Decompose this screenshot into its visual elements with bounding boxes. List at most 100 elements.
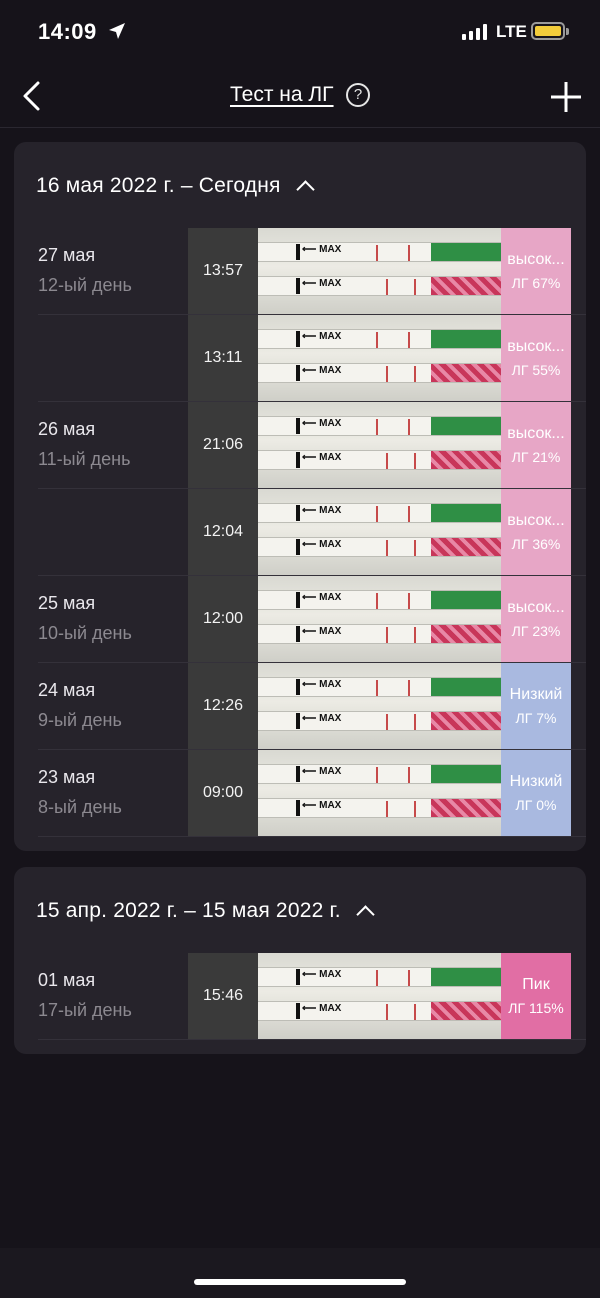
lh-result: Низкий ЛГ 0% [501, 750, 571, 836]
lh-percent: ЛГ 21% [511, 449, 561, 465]
strip-max-label: ⟵ MAX [302, 766, 342, 777]
date-block: 01 мая 17-ый день [38, 970, 132, 1021]
test-date: 01 мая [38, 970, 96, 990]
test-strip-preview[interactable]: 13:57 ⟵ MAX ⟵ MAX высок... ЛГ 67% [188, 228, 571, 314]
test-strip-photo: ⟵ MAX ⟵ MAX [258, 228, 501, 314]
strip-max-label: ⟵ MAX [302, 505, 342, 516]
lh-level: Низкий [509, 773, 563, 790]
network-type: LTE [496, 22, 527, 41]
section-header[interactable]: 15 апр. 2022 г. – 15 мая 2022 г. [14, 867, 586, 953]
strip-max-label: ⟵ MAX [302, 713, 342, 724]
test-time: 12:00 [188, 576, 258, 662]
lh-result: высок... ЛГ 23% [501, 576, 571, 662]
home-indicator[interactable] [194, 1279, 406, 1285]
strip-max-label: ⟵ MAX [302, 331, 342, 342]
lh-percent: ЛГ 36% [511, 536, 561, 552]
lh-result: высок... ЛГ 67% [501, 228, 571, 314]
lh-result: высок... ЛГ 36% [501, 489, 571, 575]
lh-level: высок... [507, 599, 565, 616]
cellular-signal-icon [462, 24, 487, 40]
test-strip-photo: ⟵ MAX ⟵ MAX [258, 663, 501, 749]
test-strip: ⟵ MAX [258, 764, 501, 784]
test-date: 26 мая [38, 419, 96, 439]
test-strip-preview[interactable]: 12:00 ⟵ MAX ⟵ MAX высок... ЛГ 23% [188, 576, 571, 662]
test-strip-photo: ⟵ MAX ⟵ MAX [258, 750, 501, 836]
strip-max-label: ⟵ MAX [302, 592, 342, 603]
test-strip-photo: ⟵ MAX ⟵ MAX [258, 953, 501, 1039]
cycle-day: 12-ый день [38, 275, 132, 295]
lh-percent: ЛГ 67% [511, 275, 561, 291]
lh-percent: ЛГ 7% [515, 710, 557, 726]
test-list: 01 мая 17-ый день 15:46 ⟵ MAX ⟵ MAX Пик … [14, 953, 586, 1040]
date-block: 26 мая 11-ый день [38, 419, 131, 470]
section-title: 15 апр. 2022 г. – 15 мая 2022 г. [36, 899, 375, 924]
date-block: 27 мая 12-ый день [38, 245, 132, 296]
test-strip-preview[interactable]: 09:00 ⟵ MAX ⟵ MAX Низкий ЛГ 0% [188, 750, 571, 836]
lh-level: Пик [522, 976, 550, 993]
test-strip-photo: ⟵ MAX ⟵ MAX [258, 576, 501, 662]
test-row[interactable]: 13:11 ⟵ MAX ⟵ MAX высок... ЛГ 55% [14, 315, 586, 402]
test-list: 27 мая 12-ый день 13:57 ⟵ MAX ⟵ MAX высо… [14, 228, 586, 837]
test-strip-preview[interactable]: 21:06 ⟵ MAX ⟵ MAX высок... ЛГ 21% [188, 402, 571, 488]
test-strip: ⟵ MAX [258, 711, 501, 731]
test-row[interactable]: 23 мая 8-ый день 09:00 ⟵ MAX ⟵ MAX Низки… [14, 750, 586, 837]
test-strip: ⟵ MAX [258, 967, 501, 987]
strip-max-label: ⟵ MAX [302, 679, 342, 690]
battery-icon [531, 22, 569, 40]
cycle-day: 9-ый день [38, 710, 122, 730]
strip-max-label: ⟵ MAX [302, 278, 342, 289]
test-strip-preview[interactable]: 12:26 ⟵ MAX ⟵ MAX Низкий ЛГ 7% [188, 663, 571, 749]
test-strip: ⟵ MAX [258, 416, 501, 436]
test-strip-photo: ⟵ MAX ⟵ MAX [258, 315, 501, 401]
test-strip-photo: ⟵ MAX ⟵ MAX [258, 489, 501, 575]
lh-percent: ЛГ 115% [508, 1000, 564, 1016]
test-row[interactable]: 01 мая 17-ый день 15:46 ⟵ MAX ⟵ MAX Пик … [14, 953, 586, 1040]
test-row[interactable]: 12:04 ⟵ MAX ⟵ MAX высок... ЛГ 36% [14, 489, 586, 576]
lh-percent: ЛГ 23% [511, 623, 561, 639]
test-row[interactable]: 25 мая 10-ый день 12:00 ⟵ MAX ⟵ MAX высо… [14, 576, 586, 663]
test-row[interactable]: 24 мая 9-ый день 12:26 ⟵ MAX ⟵ MAX Низки… [14, 663, 586, 750]
test-row[interactable]: 26 мая 11-ый день 21:06 ⟵ MAX ⟵ MAX высо… [14, 402, 586, 489]
section-title: 16 мая 2022 г. – Сегодня [36, 174, 315, 199]
test-strip: ⟵ MAX [258, 624, 501, 644]
lh-result: Низкий ЛГ 7% [501, 663, 571, 749]
test-strip: ⟵ MAX [258, 503, 501, 523]
chevron-up-icon[interactable] [356, 905, 375, 924]
test-strip-photo: ⟵ MAX ⟵ MAX [258, 402, 501, 488]
section-header[interactable]: 16 мая 2022 г. – Сегодня [14, 142, 586, 228]
lh-level: высок... [507, 512, 565, 529]
lh-level: Низкий [509, 686, 563, 703]
test-strip: ⟵ MAX [258, 450, 501, 470]
lh-percent: ЛГ 55% [511, 362, 561, 378]
test-strip: ⟵ MAX [258, 677, 501, 697]
test-time: 12:26 [188, 663, 258, 749]
chevron-up-icon[interactable] [295, 180, 315, 199]
test-strip: ⟵ MAX [258, 363, 501, 383]
test-strip: ⟵ MAX [258, 537, 501, 557]
cycle-day: 17-ый день [38, 1000, 132, 1020]
page-title: Тест на ЛГ [230, 83, 334, 106]
lh-result: высок... ЛГ 21% [501, 402, 571, 488]
test-time: 21:06 [188, 402, 258, 488]
test-strip: ⟵ MAX [258, 590, 501, 610]
lh-level: высок... [507, 251, 565, 268]
add-button[interactable] [549, 80, 583, 114]
strip-max-label: ⟵ MAX [302, 626, 342, 637]
help-icon[interactable]: ? [346, 83, 370, 107]
test-time: 15:46 [188, 953, 258, 1039]
test-row[interactable]: 27 мая 12-ый день 13:57 ⟵ MAX ⟵ MAX высо… [14, 228, 586, 315]
cycle-day: 8-ый день [38, 797, 122, 817]
test-strip-preview[interactable]: 15:46 ⟵ MAX ⟵ MAX Пик ЛГ 115% [188, 953, 571, 1039]
test-strip-preview[interactable]: 13:11 ⟵ MAX ⟵ MAX высок... ЛГ 55% [188, 315, 571, 401]
section-card: 16 мая 2022 г. – Сегодня 27 мая 12-ый де… [14, 142, 586, 851]
lh-result: Пик ЛГ 115% [501, 953, 571, 1039]
test-strip-preview[interactable]: 12:04 ⟵ MAX ⟵ MAX высок... ЛГ 36% [188, 489, 571, 575]
test-strip: ⟵ MAX [258, 276, 501, 296]
test-time: 13:11 [188, 315, 258, 401]
status-time: 14:09 [38, 19, 97, 44]
strip-max-label: ⟵ MAX [302, 1003, 342, 1014]
strip-max-label: ⟵ MAX [302, 969, 342, 980]
strip-max-label: ⟵ MAX [302, 800, 342, 811]
strip-max-label: ⟵ MAX [302, 365, 342, 376]
lh-level: высок... [507, 425, 565, 442]
